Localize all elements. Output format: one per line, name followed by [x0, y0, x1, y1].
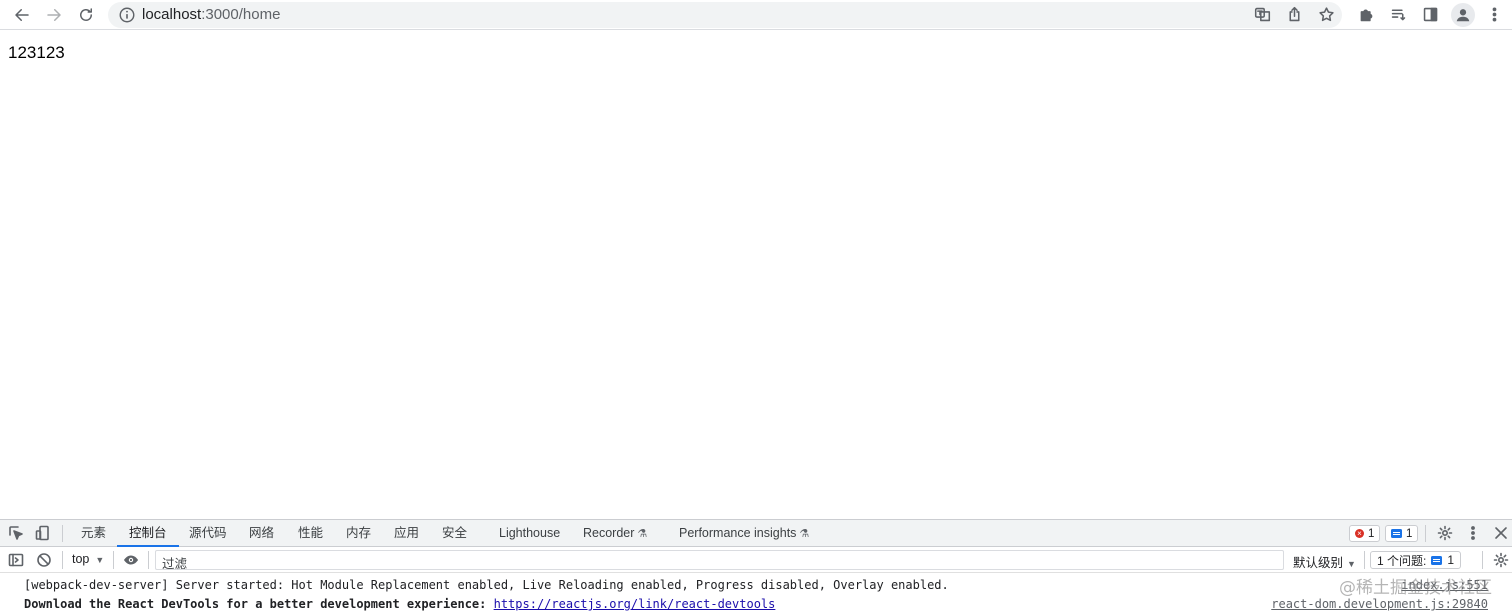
devtools-menu-icon[interactable]	[1464, 524, 1482, 542]
log-levels-dropdown[interactable]: 默认级别 ▼	[1293, 552, 1356, 571]
url-path: :3000/home	[201, 6, 281, 23]
message-count-badge[interactable]: 1	[1385, 525, 1419, 542]
profile-icon[interactable]	[1451, 3, 1475, 27]
address-bar[interactable]: localhost:3000/home	[108, 2, 1342, 28]
filter-placeholder: 过滤	[162, 557, 188, 571]
separator	[1425, 525, 1426, 542]
log-message: Download the React DevTools for a better…	[24, 597, 775, 611]
error-icon: ×	[1355, 529, 1364, 538]
back-icon[interactable]	[11, 4, 33, 26]
inspect-element-icon[interactable]	[7, 524, 25, 542]
message-icon	[1391, 529, 1402, 538]
context-label: top	[72, 552, 90, 566]
settings-gear-icon[interactable]	[1436, 524, 1454, 542]
caret-down-icon: ▼	[95, 555, 105, 565]
watermark: @稀土掘金技术社区	[1339, 578, 1492, 598]
translate-icon[interactable]	[1252, 4, 1272, 24]
url-host: localhost	[142, 6, 202, 23]
message-count: 1	[1406, 527, 1413, 540]
extensions-icon[interactable]	[1356, 4, 1376, 24]
tab-performance-insights[interactable]: Performance insights ⚗	[679, 520, 809, 547]
filter-input[interactable]: 过滤	[155, 550, 1284, 571]
tab-sources[interactable]: 源代码	[189, 520, 227, 547]
device-toolbar-icon[interactable]	[34, 524, 52, 542]
menu-icon[interactable]	[1484, 4, 1504, 24]
log-source-link[interactable]: react-dom.development.js:29840	[1271, 597, 1488, 611]
console-toolbar: top ▼ 过滤 默认级别 ▼ 1 个问题: 1	[0, 547, 1512, 573]
clear-console-icon[interactable]	[35, 551, 53, 569]
log-message: [webpack-dev-server] Server started: Hot…	[24, 578, 949, 592]
console-settings-gear-icon[interactable]	[1492, 551, 1510, 569]
url-text[interactable]: localhost:3000/home	[142, 6, 280, 24]
tab-console[interactable]: 控制台	[117, 520, 178, 547]
issues-count: 1	[1447, 553, 1455, 567]
log-message-text: Download the React DevTools for a better…	[24, 597, 494, 611]
tab-recorder-label: Recorder	[583, 526, 635, 540]
side-panel-icon[interactable]	[1420, 4, 1440, 24]
page-text: 123123	[8, 43, 65, 62]
tab-recorder[interactable]: Recorder ⚗	[583, 520, 647, 547]
info-icon[interactable]	[118, 6, 136, 24]
page-viewport: 123123	[0, 31, 1512, 519]
issues-button[interactable]: 1 个问题: 1	[1370, 551, 1462, 569]
tab-network[interactable]: 网络	[249, 520, 274, 547]
error-count-badge[interactable]: × 1	[1349, 525, 1381, 542]
close-icon[interactable]	[1492, 524, 1510, 542]
context-selector[interactable]: top ▼	[72, 552, 104, 566]
error-count: 1	[1368, 527, 1375, 540]
tab-lighthouse[interactable]: Lighthouse	[499, 520, 560, 547]
message-icon	[1431, 555, 1443, 565]
tab-performance[interactable]: 性能	[298, 520, 323, 547]
log-levels-label: 默认级别	[1293, 556, 1344, 570]
share-icon[interactable]	[1284, 4, 1304, 24]
devtools-link[interactable]: https://reactjs.org/link/react-devtools	[494, 597, 776, 611]
reload-icon[interactable]	[75, 4, 97, 26]
flask-icon: ⚗	[799, 528, 810, 540]
tab-elements[interactable]: 元素	[81, 520, 106, 547]
tab-memory[interactable]: 内存	[346, 520, 371, 547]
separator	[1364, 551, 1365, 569]
console-output: [webpack-dev-server] Server started: Hot…	[0, 573, 1512, 611]
tab-security[interactable]: 安全	[442, 520, 467, 547]
flask-icon: ⚗	[637, 528, 648, 540]
separator	[62, 525, 63, 542]
devtools-panel: 元素 控制台 源代码 网络 性能 内存 应用 安全 Lighthouse Rec…	[0, 519, 1512, 611]
issues-label: 1 个问题:	[1377, 553, 1427, 568]
reading-list-icon[interactable]	[1388, 4, 1408, 24]
devtools-tab-bar: 元素 控制台 源代码 网络 性能 内存 应用 安全 Lighthouse Rec…	[0, 520, 1512, 547]
separator	[113, 551, 114, 569]
tab-performance-insights-label: Performance insights	[679, 526, 797, 540]
sidebar-toggle-icon[interactable]	[7, 551, 25, 569]
separator	[148, 551, 149, 569]
caret-down-icon: ▼	[1347, 559, 1356, 569]
live-expression-eye-icon[interactable]	[122, 551, 140, 569]
forward-icon[interactable]	[43, 4, 65, 26]
star-icon[interactable]	[1316, 4, 1336, 24]
separator	[1482, 551, 1483, 569]
tab-application[interactable]: 应用	[394, 520, 419, 547]
browser-toolbar: localhost:3000/home	[0, 0, 1512, 30]
separator	[62, 551, 63, 569]
